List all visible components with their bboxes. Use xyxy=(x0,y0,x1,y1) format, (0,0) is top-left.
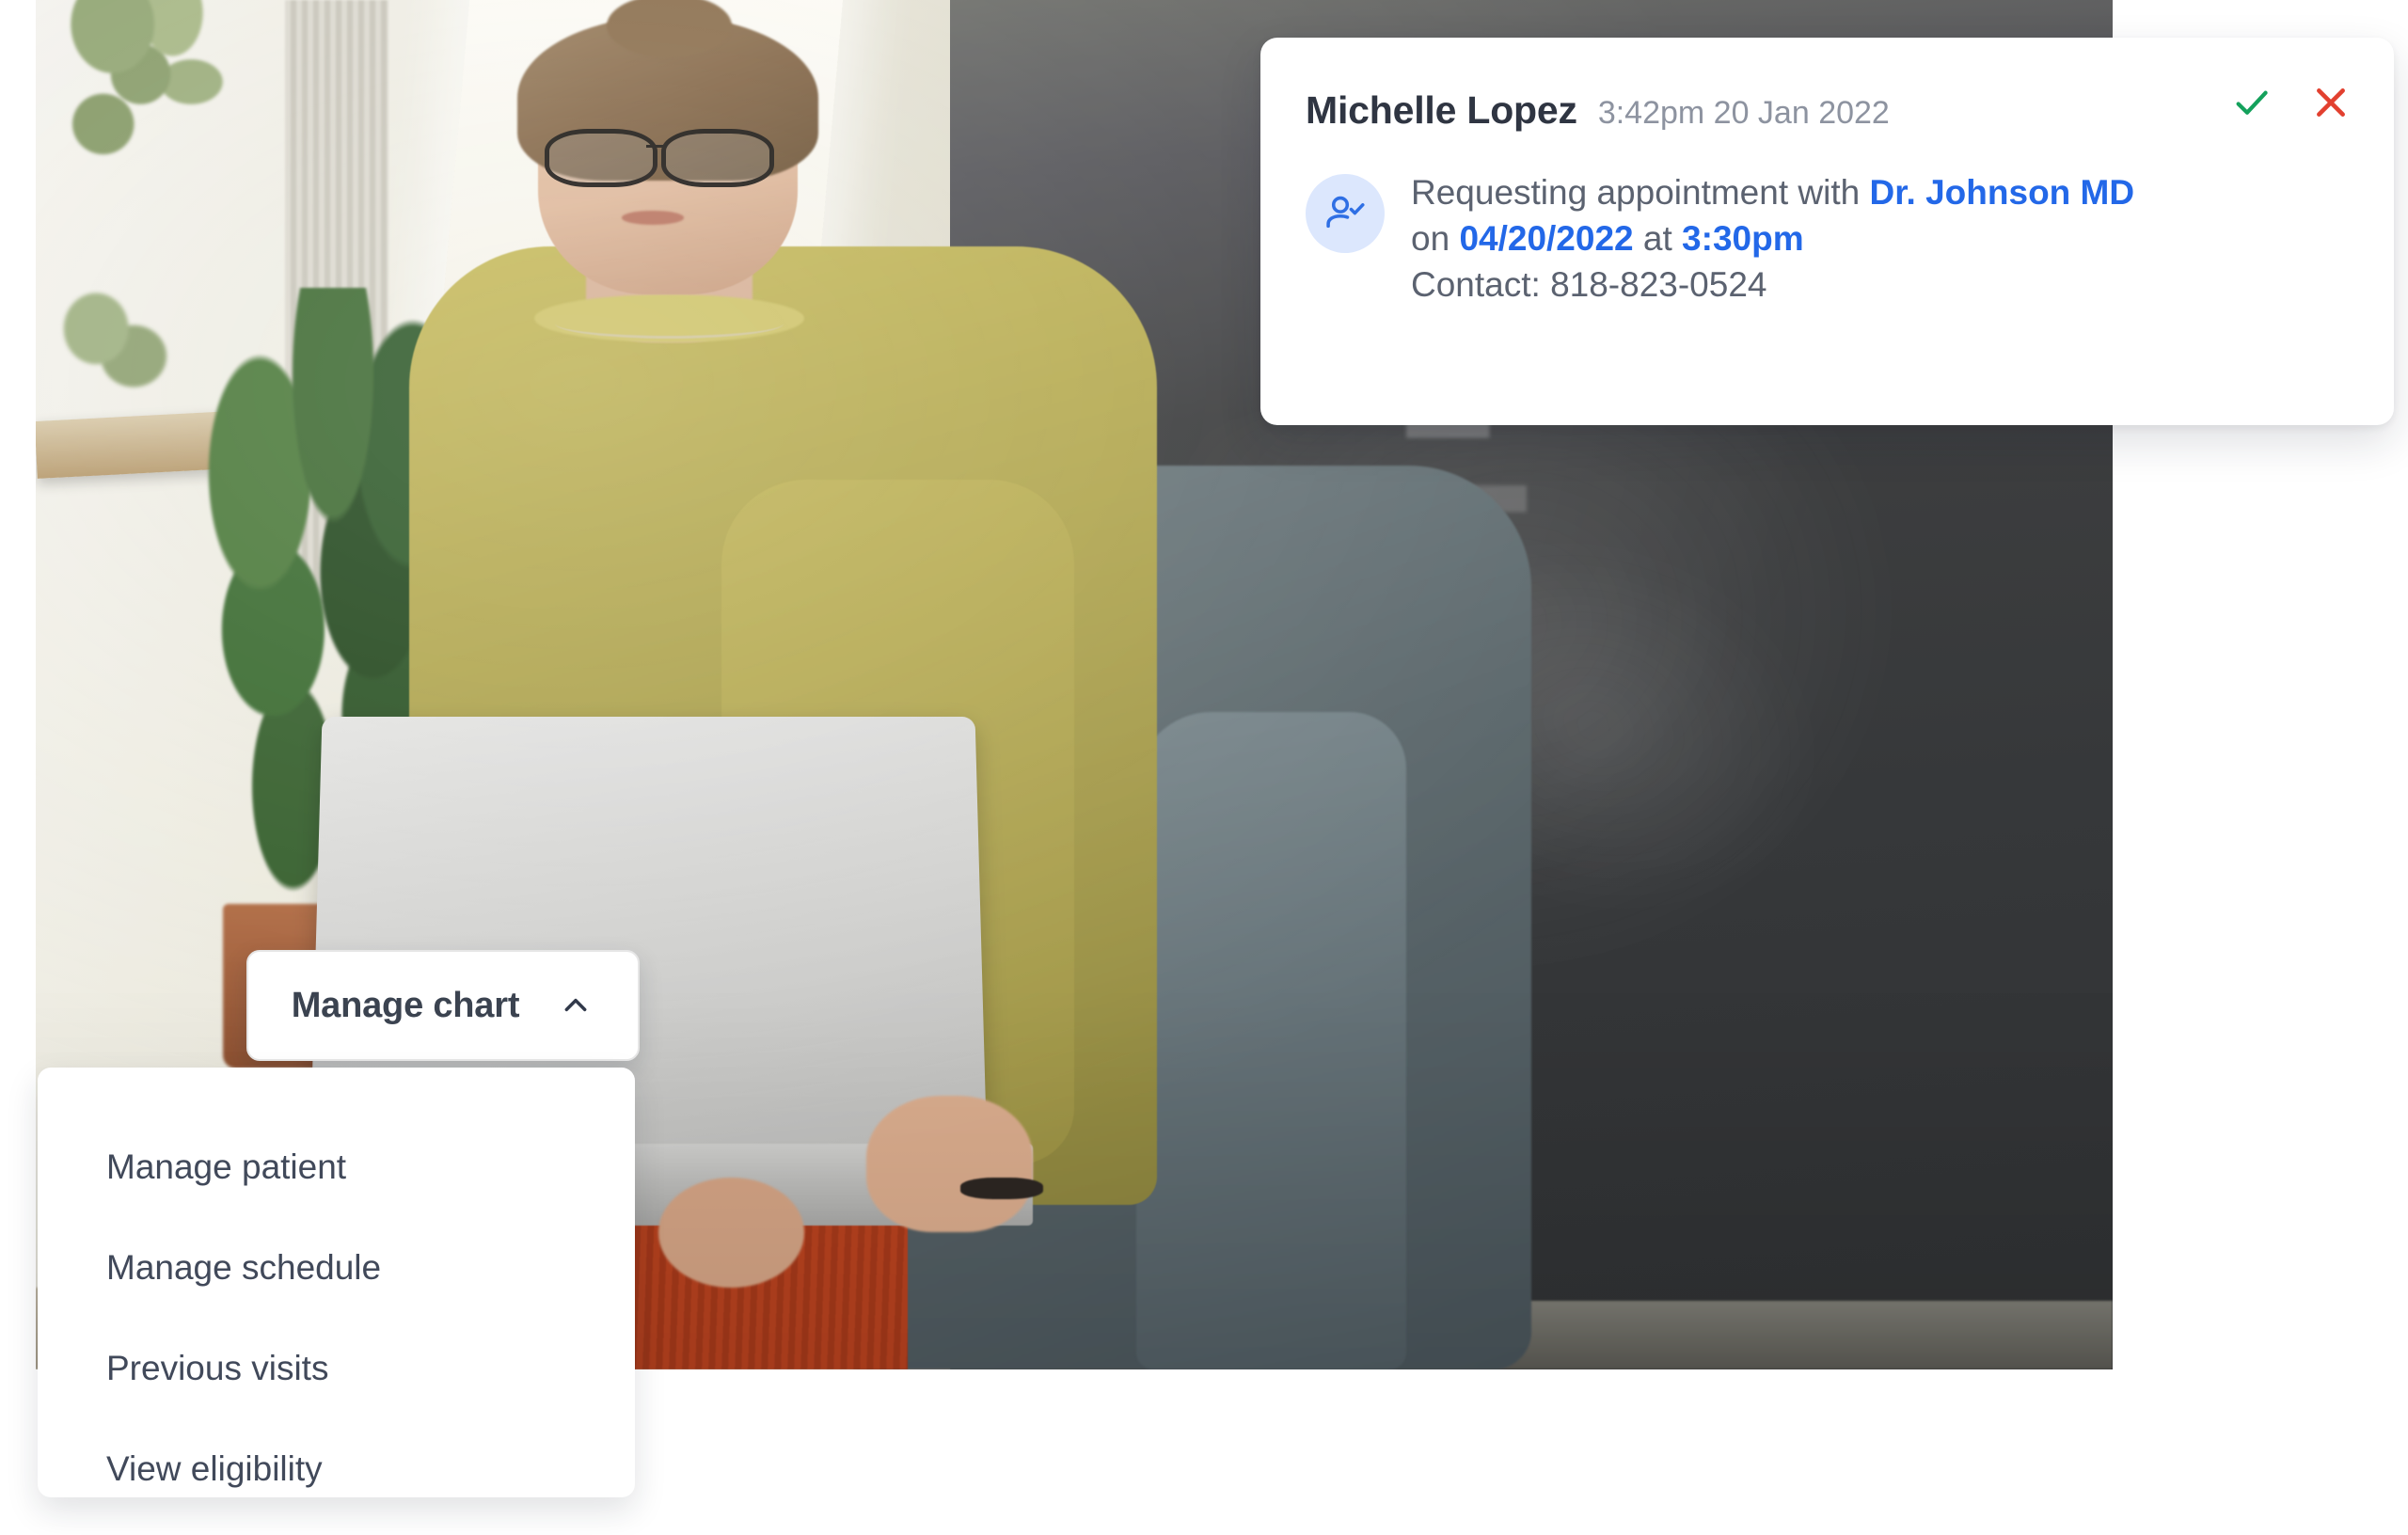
appointment-date: 04/20/2022 xyxy=(1459,218,1634,258)
message-at-label: at xyxy=(1633,218,1683,258)
dropdown-item-manage-schedule[interactable]: Manage schedule xyxy=(38,1217,635,1318)
contact-line: Contact: 818-823-0524 xyxy=(1411,264,1767,304)
appointment-time: 3:30pm xyxy=(1682,218,1804,258)
avatar xyxy=(1306,174,1385,253)
dropdown-item-previous-visits[interactable]: Previous visits xyxy=(38,1318,635,1418)
message-on-label: on xyxy=(1411,218,1460,258)
close-icon xyxy=(2317,88,2345,117)
dropdown-item-label: Previous visits xyxy=(106,1348,329,1387)
request-timestamp: 3:42pm 20 Jan 2022 xyxy=(1597,95,1890,131)
doctor-name: Dr. Johnson MD xyxy=(1869,173,2135,212)
decline-request-button[interactable] xyxy=(2309,81,2353,124)
request-message: Requesting appointment with Dr. Johnson … xyxy=(1411,170,2134,308)
person-check-icon xyxy=(1326,196,1365,229)
manage-chart-button[interactable]: Manage chart xyxy=(246,950,640,1061)
appointment-request-card: Michelle Lopez 3:42pm 20 Jan 2022 Reques… xyxy=(1260,38,2394,425)
dropdown-item-label: Manage patient xyxy=(106,1147,347,1186)
dropdown-item-manage-patient[interactable]: Manage patient xyxy=(38,1116,635,1217)
manage-chart-dropdown: Manage patient Manage schedule Previous … xyxy=(38,1068,635,1497)
chevron-up-icon xyxy=(564,998,587,1012)
accept-request-button[interactable] xyxy=(2230,81,2273,124)
dropdown-item-label: Manage schedule xyxy=(106,1247,382,1287)
dropdown-item-label: View eligibility xyxy=(106,1448,323,1488)
card-actions xyxy=(2230,81,2353,124)
dropdown-item-view-eligibility[interactable]: View eligibility xyxy=(38,1418,635,1519)
check-icon xyxy=(2236,90,2268,115)
patient-name: Michelle Lopez xyxy=(1306,88,1577,132)
card-header: Michelle Lopez 3:42pm 20 Jan 2022 xyxy=(1306,88,2353,133)
card-body: Requesting appointment with Dr. Johnson … xyxy=(1306,170,2353,308)
manage-chart-label: Manage chart xyxy=(291,985,520,1025)
message-prefix: Requesting appointment with xyxy=(1411,173,1870,212)
